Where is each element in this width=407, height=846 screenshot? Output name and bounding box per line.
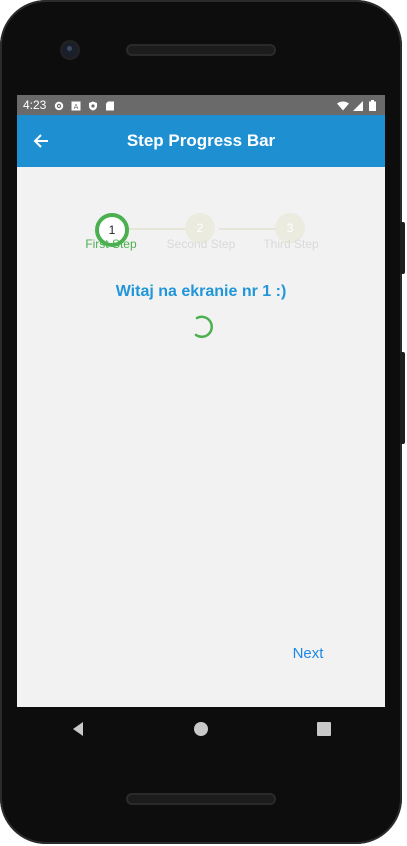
step-2-number: 2 [196,221,204,235]
step-1-number: 1 [108,223,116,237]
status-time: 4:23 [23,98,47,112]
wifi-icon [337,100,349,111]
step-progress-bar: 1 2 3 First Step Second Step Third Step [17,167,385,267]
next-button[interactable]: Next [283,642,333,666]
nav-home-icon[interactable] [191,719,211,739]
power-button [400,222,405,274]
app-screen: 4:23 A Step Progress Bar 1 2 3 First Ste… [17,95,385,707]
step-3-label: Third Step [263,237,319,251]
nav-recents-icon[interactable] [314,719,334,739]
volume-button [400,352,405,444]
nav-back-icon[interactable] [68,719,88,739]
shield-icon [88,100,98,111]
svg-text:A: A [74,103,79,111]
step-3-number: 3 [286,221,294,235]
battery-icon [369,100,379,111]
app-bar: Step Progress Bar [17,115,385,167]
step-2-label: Second Step [166,237,236,251]
step-1-label: First Step [85,237,137,251]
front-camera [62,42,78,58]
phone-frame: 4:23 A Step Progress Bar 1 2 3 First Ste… [0,0,405,844]
sd-card-icon [105,100,115,111]
bottom-speaker [126,793,276,805]
settings-icon [54,100,64,111]
welcome-text: Witaj na ekranie nr 1 :) [115,283,287,300]
spinner-icon [191,315,215,339]
signal-icon [353,100,363,111]
system-nav-bar [17,707,385,751]
top-speaker [126,44,276,56]
a-badge-icon: A [71,100,81,111]
status-bar: 4:23 A [17,95,385,115]
page-title: Step Progress Bar [126,131,276,150]
arrow-back-icon[interactable] [29,129,53,153]
